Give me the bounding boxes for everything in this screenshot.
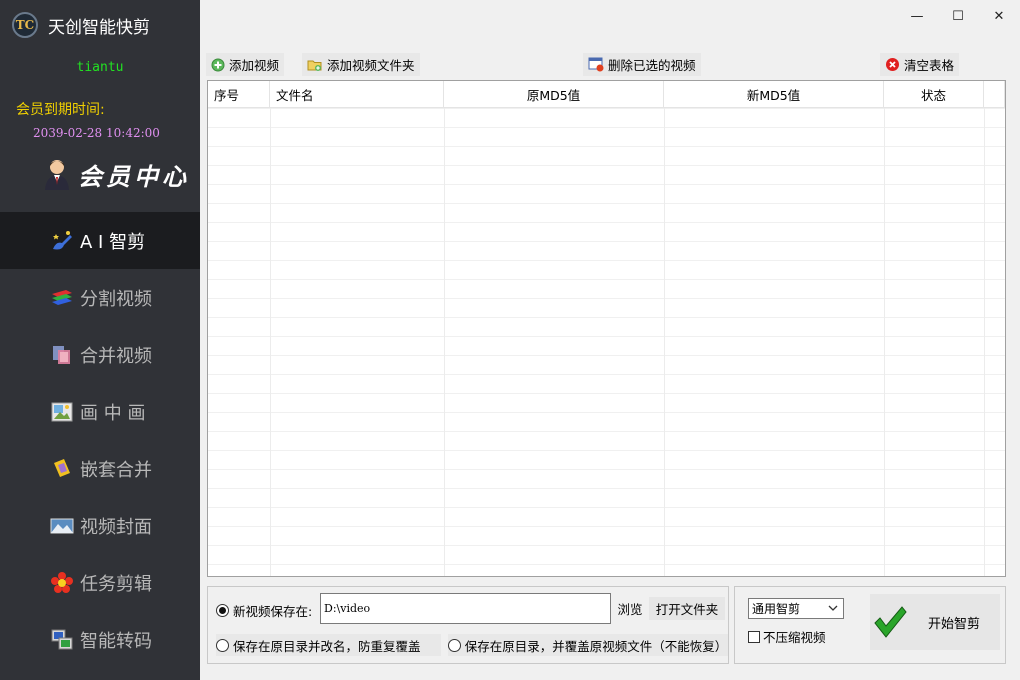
add-video-label: 添加视频 (229, 58, 280, 73)
save-to-path-option[interactable]: 新视频保存在: (216, 601, 312, 620)
nav-item-nested-merge[interactable]: 嵌套合并 (0, 440, 200, 497)
add-folder-button[interactable]: 添加视频文件夹 (302, 53, 420, 76)
save-rename-option[interactable]: 保存在原目录并改名，防重复覆盖 (216, 634, 441, 656)
nav-item-picture-in-picture[interactable]: 画 中 画 (0, 383, 200, 440)
save-to-path-label: 新视频保存在: (233, 604, 313, 619)
clear-x-icon (886, 58, 899, 71)
expire-value: 2039-02-28 10:42:00 (33, 126, 160, 140)
nav-item-split-video[interactable]: 分割视频 (0, 269, 200, 326)
member-center-button[interactable]: 会员中心 (42, 156, 190, 192)
col-original-md5[interactable]: 原MD5值 (444, 81, 664, 107)
start-edit-label: 开始智剪 (928, 616, 981, 632)
table-body[interactable] (208, 108, 1005, 576)
nav-item-label: 视频封面 (80, 516, 152, 538)
merge-frames-icon (53, 345, 70, 364)
save-overwrite-label: 保存在原目录，并覆盖原视频文件（不能恢复） (464, 638, 728, 654)
no-compress-label: 不压缩视频 (763, 630, 826, 645)
ai-brush-icon (53, 230, 72, 249)
save-rename-label: 保存在原目录并改名，防重复覆盖 (233, 638, 421, 654)
save-path-input[interactable]: D:\video (320, 593, 611, 624)
cover-image-icon (50, 518, 74, 533)
sidebar-nav: A I 智剪 分割视频 合并视频 画 中 画 嵌套合并 视频封面 任务剪辑 智能… (0, 212, 200, 668)
nested-merge-icon (54, 458, 70, 477)
nav-item-label: 嵌套合并 (80, 459, 152, 481)
delete-window-icon (588, 57, 604, 72)
nav-item-label: 分割视频 (80, 288, 152, 310)
transcode-icon (51, 629, 73, 649)
nav-item-label: 合并视频 (80, 345, 152, 367)
table-header: 序号 文件名 原MD5值 新MD5值 状态 (208, 81, 1005, 108)
add-folder-icon (307, 60, 322, 71)
nav-item-label: 任务剪辑 (80, 573, 152, 595)
picture-in-picture-icon (51, 402, 73, 421)
split-layers-icon (52, 289, 72, 305)
app-title: 天创智能快剪 (48, 17, 150, 38)
save-options-panel: 新视频保存在: D:\video 浏览 打开文件夹 保存在原目录并改名，防重复覆… (207, 586, 729, 664)
nav-item-label: 智能转码 (80, 630, 152, 652)
maximize-button[interactable]: ☐ (947, 6, 969, 26)
app-header: TC 天创智能快剪 (12, 10, 150, 40)
column-divider (444, 108, 445, 576)
member-center-label: 会员中心 (78, 161, 190, 191)
nav-item-video-cover[interactable]: 视频封面 (0, 497, 200, 554)
col-status[interactable]: 状态 (884, 81, 984, 107)
nav-item-label: A I 智剪 (80, 231, 146, 253)
browse-button[interactable]: 浏览 (615, 597, 645, 620)
expire-label: 会员到期时间: (16, 102, 105, 118)
nav-item-label: 画 中 画 (80, 402, 146, 424)
mode-select[interactable]: 通用智剪 (748, 598, 844, 619)
mode-select-value: 通用智剪 (752, 602, 801, 616)
column-divider (984, 108, 985, 576)
process-panel: 通用智剪 不压缩视频 开始智剪 (734, 586, 1006, 664)
radio-unselected[interactable] (216, 638, 229, 652)
start-edit-button[interactable]: 开始智剪 (870, 594, 1000, 650)
radio-selected[interactable] (216, 604, 229, 617)
close-button[interactable]: ✕ (988, 6, 1010, 26)
member-avatar-icon (45, 160, 69, 190)
delete-selected-label: 删除已选的视频 (608, 58, 696, 73)
col-filler (984, 81, 1005, 107)
open-folder-button[interactable]: 打开文件夹 (649, 597, 725, 620)
column-divider (270, 108, 271, 576)
video-table[interactable]: 序号 文件名 原MD5值 新MD5值 状态 (207, 80, 1006, 577)
clear-table-label: 清空表格 (904, 58, 955, 73)
add-folder-label: 添加视频文件夹 (327, 58, 415, 73)
add-video-button[interactable]: 添加视频 (206, 53, 285, 76)
save-overwrite-option[interactable]: 保存在原目录，并覆盖原视频文件（不能恢复） (448, 634, 728, 656)
no-compress-checkbox[interactable] (748, 630, 760, 643)
no-compress-option[interactable]: 不压缩视频 (748, 627, 826, 646)
minimize-button[interactable]: — (906, 6, 928, 26)
delete-selected-button[interactable]: 删除已选的视频 (583, 53, 701, 76)
clear-table-button[interactable]: 清空表格 (880, 53, 960, 76)
sidebar: TC 天创智能快剪 tiantu 会员到期时间: 2039-02-28 10:4… (0, 0, 200, 680)
col-new-md5[interactable]: 新MD5值 (664, 81, 884, 107)
checkmark-icon (874, 606, 907, 638)
chevron-down-icon (828, 605, 838, 611)
app-logo-icon: TC (12, 12, 38, 38)
column-divider (884, 108, 885, 576)
nav-item-task-edit[interactable]: 任务剪辑 (0, 554, 200, 611)
column-divider (664, 108, 665, 576)
nav-item-smart-transcode[interactable]: 智能转码 (0, 611, 200, 668)
flower-icon (51, 571, 73, 593)
col-index[interactable]: 序号 (208, 81, 270, 107)
add-circle-icon (211, 58, 225, 71)
nav-item-merge-video[interactable]: 合并视频 (0, 326, 200, 383)
nav-item-ai-edit[interactable]: A I 智剪 (0, 212, 200, 269)
username: tiantu (76, 60, 124, 75)
col-filename[interactable]: 文件名 (270, 81, 444, 107)
radio-unselected[interactable] (448, 638, 461, 652)
